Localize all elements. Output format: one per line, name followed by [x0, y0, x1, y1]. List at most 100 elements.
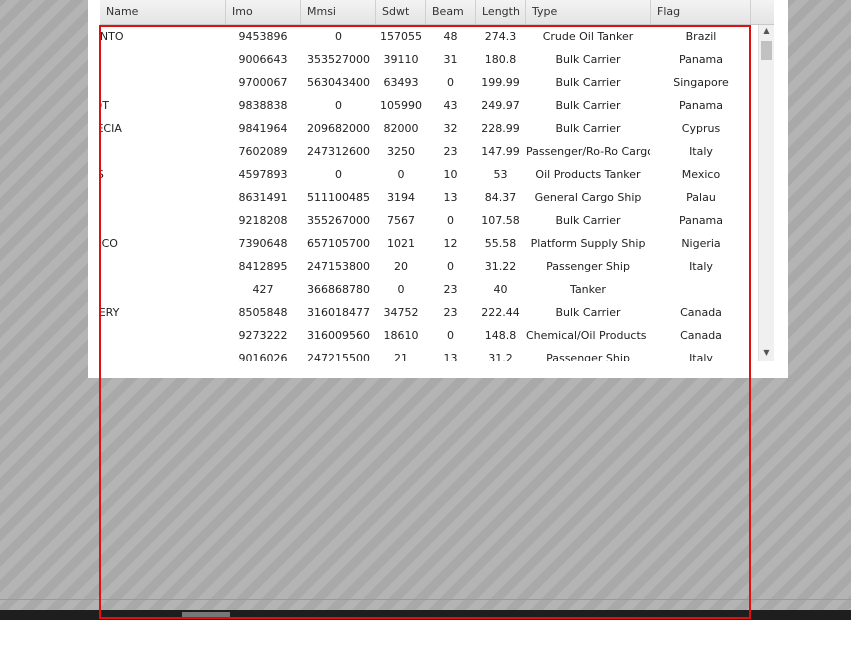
cell-type: Passenger Ship	[546, 260, 630, 273]
table-row[interactable]: ADMIRAL SCHMIDT 9838838 0 105990 43 249.97 Bul…	[100, 94, 758, 117]
cell-beam: 0	[447, 260, 454, 273]
cell-sdwt: 39110	[383, 53, 419, 66]
cell-type: Bulk Carrier	[555, 53, 621, 66]
cell-flag: Panama	[678, 99, 724, 112]
ship-data-grid: Name Imo Mmsi Sdwt Beam Length Type Flag…	[100, 0, 774, 361]
cell-sdwt: 3194	[387, 191, 415, 204]
column-header-flag[interactable]: Flag	[651, 0, 751, 24]
cell-type: Bulk Carrier	[555, 306, 621, 319]
cell-mmsi: 657105700	[307, 237, 370, 250]
cell-mmsi: 316018477	[307, 306, 370, 319]
cell-flag: Cyprus	[681, 122, 721, 135]
cell-length: 249.97	[481, 99, 520, 112]
cell-name: ALDEBARAN	[100, 255, 125, 278]
cell-sdwt: 34752	[383, 306, 419, 319]
cell-flag: Brazil	[685, 30, 717, 43]
table-row[interactable]: ALLIUMBO EQUE 9016026 247215500 21 13 31.2 Pas…	[100, 347, 758, 361]
cell-flag: Singapore	[673, 76, 729, 89]
cell-sdwt: 1021	[387, 237, 415, 250]
cell-imo: 9218208	[238, 214, 288, 227]
table-row[interactable]: ALGOSCOTIA 9273222 316009560 18610 0 148.8 Che…	[100, 324, 758, 347]
column-header-length[interactable]: Length	[476, 0, 526, 24]
cell-mmsi: 563043400	[307, 76, 370, 89]
cell-beam: 10	[443, 168, 458, 181]
cell-mmsi: 209682000	[307, 122, 370, 135]
cell-flag	[651, 278, 751, 301]
cell-flag: Canada	[680, 306, 722, 319]
cell-sdwt: 18610	[383, 329, 419, 342]
grid-header: Name Imo Mmsi Sdwt Beam Length Type Flag	[100, 0, 774, 25]
cell-beam: 48	[443, 30, 458, 43]
cell-beam: 0	[447, 76, 454, 89]
cell-beam: 32	[443, 122, 458, 135]
table-row[interactable]: AK DISCOVERY 9218208 355267000 7567 0 107.58 B…	[100, 209, 758, 232]
column-header-mmsi[interactable]: Mmsi	[301, 0, 376, 24]
scroll-up-arrow-icon[interactable]: ▲	[759, 25, 774, 37]
cell-name: ADMIRAL SCHMIDT	[100, 99, 109, 112]
table-row[interactable]: ALGOMA DISCOVERY 8505848 316018477 34752 23 2…	[100, 301, 758, 324]
cell-type: Crude Oil Tanker	[542, 30, 634, 43]
table-row[interactable]: AESCHYLUS GRAECIA 9841964 209682000 82000 32…	[100, 117, 758, 140]
cell-sdwt: 157055	[380, 30, 422, 43]
table-row[interactable]: ALDEBARAN 8412895 247153800 20 0 31.22 Passeng…	[100, 255, 758, 278]
cell-flag: Palau	[686, 191, 716, 204]
column-header-sdwt[interactable]: Sdwt	[376, 0, 426, 24]
cell-mmsi: 316009560	[307, 329, 370, 342]
cell-length: 55.58	[484, 237, 517, 250]
cell-imo: 8505848	[238, 306, 288, 319]
cell-type: Passenger Ship	[546, 352, 630, 361]
cell-mmsi: 0	[335, 168, 342, 181]
column-header-beam[interactable]: Beam	[426, 0, 476, 24]
cell-name: AF FRANCESCA	[100, 140, 125, 163]
cell-imo: 9453896	[238, 30, 288, 43]
grid-body: ABDIAS NASCIMENTO 9453896 0 157055 48 274.3 Cr…	[100, 25, 758, 361]
scroll-down-arrow-icon[interactable]: ▼	[759, 347, 774, 359]
horizontal-scroll-thumb[interactable]	[182, 612, 230, 618]
cell-flag: Canada	[680, 329, 722, 342]
table-row[interactable]: ALEC SCOTT 427 366868780 0 23 40 Tanker	[100, 278, 758, 301]
cell-sdwt: 82000	[383, 122, 419, 135]
table-row[interactable]: ABM DISCOVERY 9006643 353527000 39110 31 180.…	[100, 48, 758, 71]
table-row[interactable]: AKEMIJOE TIMTASCO 7390648 657105700 1021 12 5…	[100, 232, 758, 255]
cell-imo: 7390648	[238, 237, 288, 250]
cell-type: Tanker	[570, 283, 606, 296]
cell-name: AESCHYLUS GRAECIA	[100, 122, 122, 135]
cell-imo: 7602089	[238, 145, 288, 158]
vertical-scroll-thumb[interactable]	[761, 41, 772, 60]
cell-beam: 23	[443, 283, 458, 296]
cell-mmsi: 366868780	[307, 283, 370, 296]
cell-imo: 9841964	[238, 122, 288, 135]
cell-length: 31.22	[484, 260, 517, 273]
cell-sdwt: 105990	[380, 99, 422, 112]
cell-flag: Panama	[678, 53, 724, 66]
cell-length: 84.37	[484, 191, 517, 204]
cell-type: Bulk Carrier	[555, 214, 621, 227]
cell-type: General Cargo Ship	[534, 191, 642, 204]
cell-mmsi: 511100485	[307, 191, 370, 204]
horizontal-scrollbar[interactable]	[0, 610, 851, 620]
cell-beam: 0	[447, 214, 454, 227]
vertical-scrollbar[interactable]: ▲ ▼	[758, 25, 774, 361]
table-row[interactable]: AJ SCAR 8631491 511100485 3194 13 84.37 Genera…	[100, 186, 758, 209]
cell-type: Passenger/Ro-Ro Cargo Ship	[526, 145, 650, 158]
column-header-name[interactable]: Name	[100, 0, 226, 24]
cell-name: AGUASCALIENTES	[100, 168, 104, 181]
cell-type: Oil Products Tanker	[535, 168, 641, 181]
table-row[interactable]: ADAM SCHULTE 9700067 563043400 63493 0 199.99…	[100, 71, 758, 94]
cell-sdwt: 3250	[387, 145, 415, 158]
cell-type: Bulk Carrier	[555, 76, 621, 89]
cell-length: 31.2	[488, 352, 513, 361]
cell-imo: 9700067	[238, 76, 288, 89]
cell-type: Bulk Carrier	[555, 122, 621, 135]
cell-imo: 9006643	[238, 53, 288, 66]
cell-name: AKEMIJOE TIMTASCO	[100, 237, 118, 250]
column-header-type[interactable]: Type	[526, 0, 651, 24]
table-row[interactable]: AGUASCALIENTES 4597893 0 0 10 53 Oil Products …	[100, 163, 758, 186]
column-header-imo[interactable]: Imo	[226, 0, 301, 24]
cell-length: 107.58	[481, 214, 520, 227]
cell-name: ABDIAS NASCIMENTO	[100, 30, 124, 43]
cell-beam: 23	[443, 306, 458, 319]
cell-mmsi: 0	[335, 30, 342, 43]
table-row[interactable]: ABDIAS NASCIMENTO 9453896 0 157055 48 274.3 Cr…	[100, 25, 758, 48]
table-row[interactable]: AF FRANCESCA 7602089 247312600 3250 23 147.99…	[100, 140, 758, 163]
